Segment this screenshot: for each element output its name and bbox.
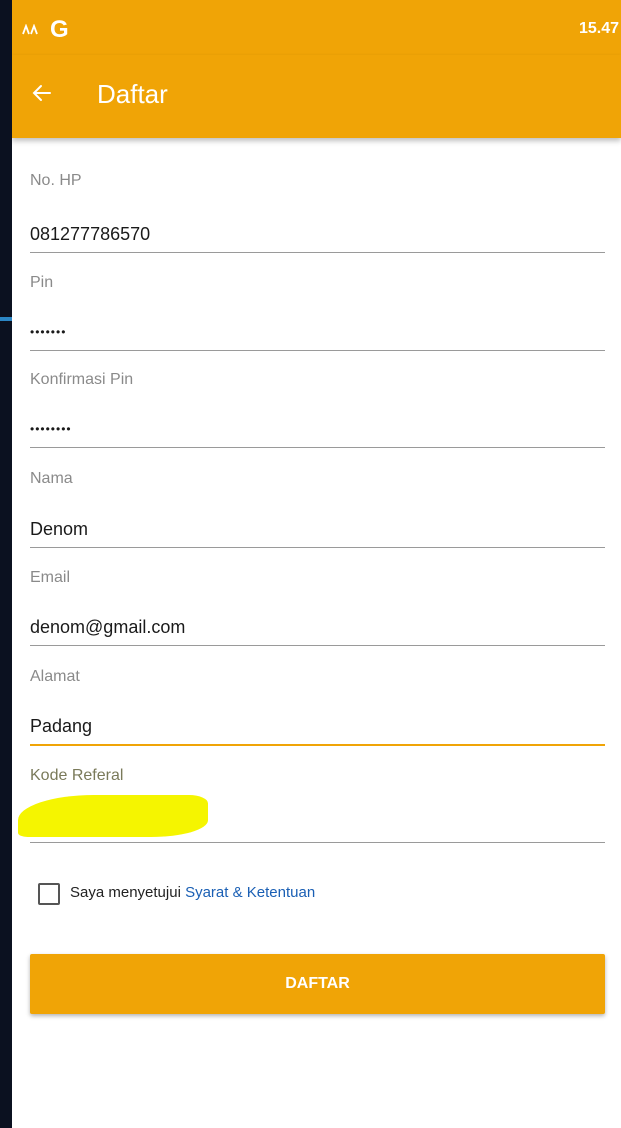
label-confirm-pin: Konfirmasi Pin xyxy=(30,371,134,388)
phone-number-input[interactable] xyxy=(30,216,605,253)
label-nama: Nama xyxy=(30,470,73,487)
email-input[interactable] xyxy=(30,609,605,646)
agreement-checkbox[interactable] xyxy=(38,883,60,905)
confirm-pin-input[interactable] xyxy=(30,411,605,448)
status-time: 15.47 xyxy=(578,20,619,37)
app-bar: Daftar xyxy=(12,55,621,138)
agreement-text: Saya menyetujui Syarat & Ketentuan xyxy=(70,884,315,901)
phone-screen: G 15.47 Daftar No. HP Pin Konfirmasi Pin… xyxy=(12,0,621,1128)
status-bar: G 15.47 xyxy=(12,0,621,55)
label-alamat: Alamat xyxy=(30,668,80,685)
label-email: Email xyxy=(30,569,71,586)
agreement-label: Saya menyetujui xyxy=(70,884,181,901)
daftar-button[interactable]: DAFTAR xyxy=(30,954,605,1014)
pin-input[interactable] xyxy=(30,314,605,351)
referral-code-input[interactable] xyxy=(30,806,605,843)
name-input[interactable] xyxy=(30,511,605,548)
page-title: Daftar xyxy=(97,79,168,109)
status-left: G xyxy=(22,16,69,44)
google-icon xyxy=(22,24,38,35)
label-pin: Pin xyxy=(30,274,54,291)
label-kode-referal: Kode Referal xyxy=(30,767,124,784)
label-no-hp: No. HP xyxy=(30,172,82,189)
address-input[interactable] xyxy=(30,708,605,746)
arrow-left-icon[interactable] xyxy=(30,81,54,105)
terms-link[interactable]: Syarat & Ketentuan xyxy=(185,884,315,901)
status-g-label: G xyxy=(50,16,69,43)
